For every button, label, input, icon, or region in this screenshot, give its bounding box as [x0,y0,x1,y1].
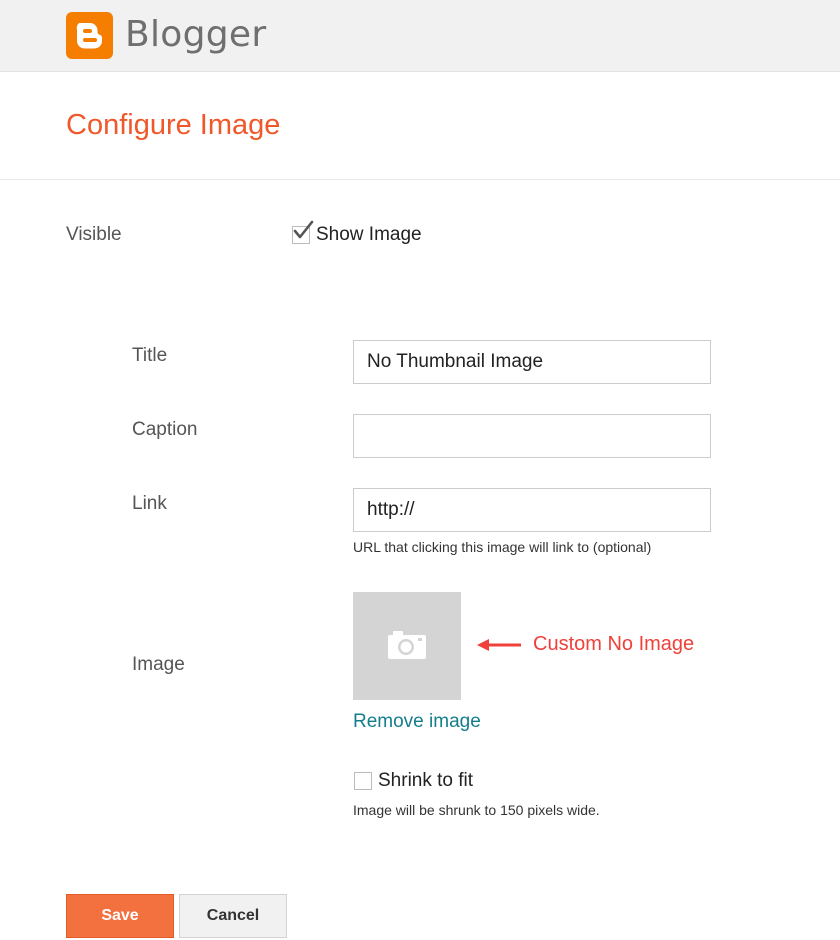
show-image-checkbox[interactable] [292,220,314,244]
shrink-hint: Image will be shrunk to 150 pixels wide. [353,802,600,818]
visible-label: Visible [66,224,122,245]
save-button[interactable]: Save [66,894,174,938]
caption-input[interactable] [353,414,711,458]
page-title: Configure Image [66,109,281,141]
title-input[interactable] [353,340,711,384]
link-input[interactable] [353,488,711,532]
link-label: Link [132,493,167,514]
top-bar: Blogger [0,0,840,72]
shrink-to-fit-checkbox[interactable] [354,772,372,790]
cancel-button[interactable]: Cancel [179,894,287,938]
custom-no-image-annotation: Custom No Image [533,633,695,655]
caption-label: Caption [132,419,198,440]
brand-name: Blogger [125,14,267,55]
title-label: Title [132,345,168,366]
image-label: Image [132,654,185,675]
shrink-to-fit-label: Shrink to fit [378,770,474,791]
image-thumbnail[interactable] [353,592,461,700]
link-hint: URL that clicking this image will link t… [353,539,652,555]
blogger-logo-icon[interactable] [66,12,113,59]
left-arrow-icon [477,639,521,651]
title-area: Configure Image [0,72,840,180]
camera-icon [388,631,426,659]
checkmark-icon [293,220,314,239]
remove-image-link[interactable]: Remove image [353,711,481,733]
show-image-label: Show Image [316,224,422,245]
